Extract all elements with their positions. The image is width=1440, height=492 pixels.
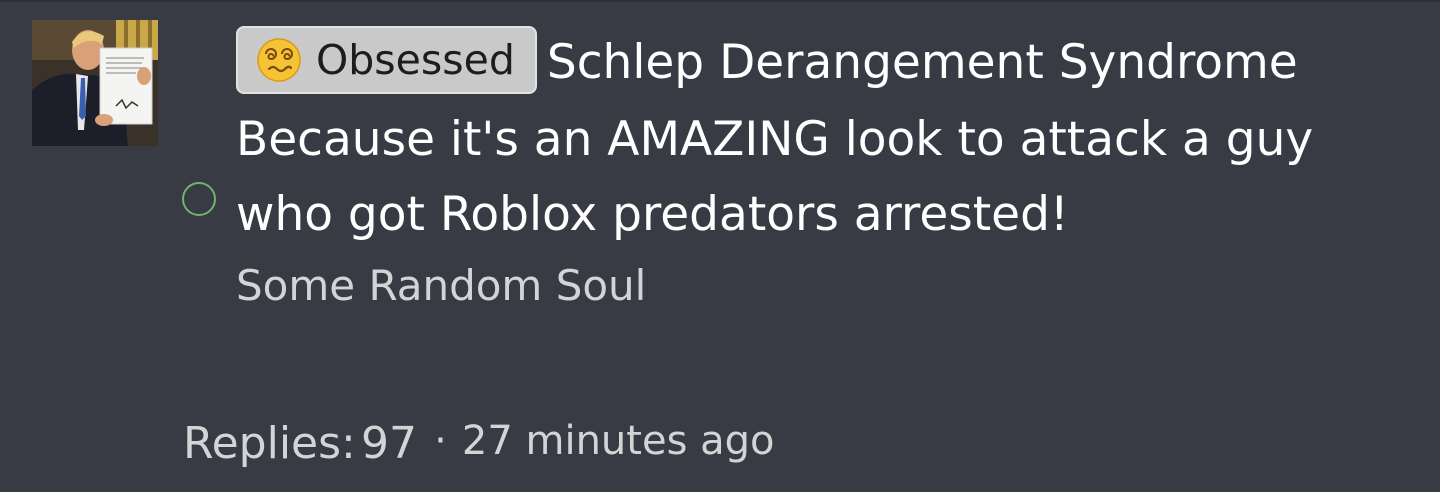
avatar-image bbox=[32, 20, 158, 146]
replies-count[interactable]: 97 bbox=[361, 418, 417, 469]
dizzy-face-icon bbox=[257, 38, 301, 82]
post-timestamp: 27 minutes ago bbox=[461, 418, 775, 464]
post-title: Schlep Derangement Syndrome bbox=[546, 35, 1298, 90]
flair-badge[interactable]: Obsessed bbox=[236, 26, 537, 94]
meta-separator: · bbox=[434, 418, 447, 464]
avatar[interactable] bbox=[32, 20, 158, 146]
post-title-row[interactable]: Obsessed Schlep Derangement Syndrome bbox=[236, 24, 1386, 102]
online-status-icon bbox=[182, 182, 216, 216]
post-content: Obsessed Schlep Derangement Syndrome Beca… bbox=[236, 24, 1386, 320]
top-divider bbox=[0, 0, 1440, 2]
replies-label[interactable]: Replies: bbox=[183, 418, 356, 469]
flair-label: Obsessed bbox=[316, 36, 515, 84]
post-author[interactable]: Some Random Soul bbox=[236, 252, 1386, 320]
post-body: Because it's an AMAZING look to attack a… bbox=[236, 112, 1314, 242]
post-meta: Replies: 97 · 27 minutes ago bbox=[183, 414, 775, 474]
